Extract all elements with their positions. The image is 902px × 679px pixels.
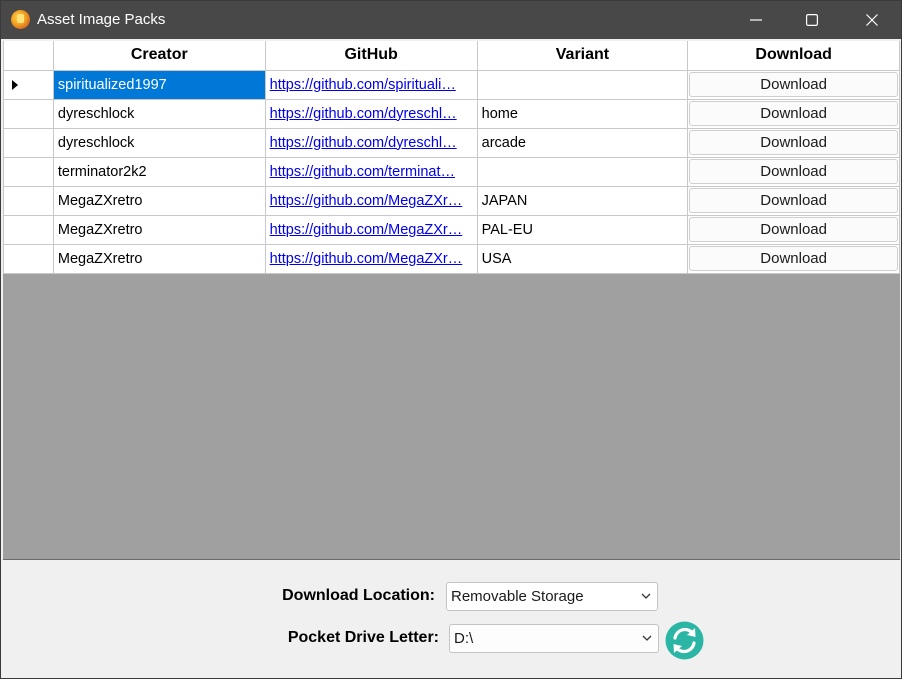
github-link[interactable]: https://github.com/terminat…	[270, 164, 455, 180]
refresh-drives-button[interactable]	[664, 620, 705, 661]
column-header-creator[interactable]: Creator	[52, 41, 266, 71]
column-header-github[interactable]: GitHub	[264, 41, 478, 71]
download-location-value: Removable Storage	[451, 588, 584, 605]
minimize-icon	[750, 19, 762, 21]
row-header[interactable]	[3, 98, 54, 129]
table-row[interactable]: MegaZXretro https://github.com/MegaZXr… …	[3, 185, 900, 216]
download-cell: Download	[687, 98, 900, 129]
download-location-label: Download Location:	[282, 587, 435, 604]
download-button[interactable]: Download	[689, 72, 898, 97]
maximize-button[interactable]	[789, 1, 835, 39]
header-row: Creator GitHub Variant Download	[3, 41, 900, 71]
row-header[interactable]	[3, 69, 54, 100]
row-header[interactable]	[3, 156, 54, 187]
download-button[interactable]: Download	[689, 101, 898, 126]
creator-cell[interactable]: dyreschlock	[52, 127, 266, 158]
variant-cell[interactable]	[476, 156, 689, 187]
table-row[interactable]: terminator2k2 https://github.com/termina…	[3, 156, 900, 187]
github-cell[interactable]: https://github.com/spirituali…	[264, 69, 478, 100]
table-row[interactable]: dyreschlock https://github.com/dyreschl……	[3, 98, 900, 129]
app-icon	[11, 10, 30, 29]
download-cell: Download	[687, 156, 900, 187]
table-row[interactable]: dyreschlock https://github.com/dyreschl……	[3, 127, 900, 158]
download-cell: Download	[687, 185, 900, 216]
github-link[interactable]: https://github.com/spirituali…	[270, 77, 456, 93]
download-cell: Download	[687, 69, 900, 100]
refresh-icon	[665, 621, 704, 660]
creator-cell[interactable]: MegaZXretro	[52, 185, 266, 216]
close-icon	[866, 14, 878, 26]
asset-image-packs-window: Asset Image Packs Creator GitHub Variant…	[0, 0, 902, 679]
maximize-icon	[806, 14, 818, 26]
github-cell[interactable]: https://github.com/terminat…	[264, 156, 478, 187]
download-cell: Download	[687, 243, 900, 274]
table-row[interactable]: spiritualized1997 https://github.com/spi…	[3, 69, 900, 100]
drive-letter-value: D:\	[454, 630, 474, 647]
github-link[interactable]: https://github.com/dyreschl…	[270, 135, 457, 151]
download-button[interactable]: Download	[689, 159, 898, 184]
row-header[interactable]	[3, 214, 54, 245]
variant-cell[interactable]: PAL-EU	[476, 214, 689, 245]
github-cell[interactable]: https://github.com/dyreschl…	[264, 98, 478, 129]
download-cell: Download	[687, 127, 900, 158]
row-header-corner[interactable]	[3, 41, 54, 71]
github-link[interactable]: https://github.com/MegaZXr…	[270, 222, 463, 238]
creator-cell[interactable]: MegaZXretro	[52, 214, 266, 245]
row-header[interactable]	[3, 243, 54, 274]
download-cell: Download	[687, 214, 900, 245]
column-header-variant[interactable]: Variant	[476, 41, 689, 71]
download-button[interactable]: Download	[689, 130, 898, 155]
variant-cell[interactable]: arcade	[476, 127, 689, 158]
table-row[interactable]: MegaZXretro https://github.com/MegaZXr… …	[3, 243, 900, 274]
github-cell[interactable]: https://github.com/MegaZXr…	[264, 185, 478, 216]
download-location-select[interactable]: Removable Storage	[446, 582, 658, 611]
row-selector-arrow-icon	[12, 79, 18, 90]
chevron-down-icon	[641, 593, 651, 599]
download-button[interactable]: Download	[689, 188, 898, 213]
column-header-download[interactable]: Download	[687, 41, 900, 71]
variant-cell[interactable]: JAPAN	[476, 185, 689, 216]
window-title: Asset Image Packs	[37, 11, 166, 28]
github-cell[interactable]: https://github.com/dyreschl…	[264, 127, 478, 158]
variant-cell[interactable]: home	[476, 98, 689, 129]
close-button[interactable]	[849, 1, 895, 39]
github-link[interactable]: https://github.com/MegaZXr…	[270, 251, 463, 267]
drive-letter-select[interactable]: D:\	[449, 624, 659, 653]
variant-cell[interactable]: USA	[476, 243, 689, 274]
creator-cell[interactable]: dyreschlock	[52, 98, 266, 129]
creator-cell[interactable]: MegaZXretro	[52, 243, 266, 274]
github-cell[interactable]: https://github.com/MegaZXr…	[264, 214, 478, 245]
download-button[interactable]: Download	[689, 217, 898, 242]
row-header[interactable]	[3, 185, 54, 216]
github-link[interactable]: https://github.com/MegaZXr…	[270, 193, 463, 209]
title-bar[interactable]: Asset Image Packs	[1, 1, 901, 39]
creator-cell[interactable]: terminator2k2	[52, 156, 266, 187]
creator-cell[interactable]: spiritualized1997	[52, 69, 266, 100]
github-cell[interactable]: https://github.com/MegaZXr…	[264, 243, 478, 274]
download-button[interactable]: Download	[689, 246, 898, 271]
asset-packs-grid[interactable]: Creator GitHub Variant Download spiritua…	[3, 41, 900, 560]
variant-cell[interactable]	[476, 69, 689, 100]
asset-packs-table: Creator GitHub Variant Download spiritua…	[3, 41, 900, 274]
github-link[interactable]: https://github.com/dyreschl…	[270, 106, 457, 122]
drive-letter-label: Pocket Drive Letter:	[287, 629, 439, 646]
table-row[interactable]: MegaZXretro https://github.com/MegaZXr… …	[3, 214, 900, 245]
chevron-down-icon	[642, 635, 652, 641]
row-header[interactable]	[3, 127, 54, 158]
minimize-button[interactable]	[733, 1, 779, 39]
